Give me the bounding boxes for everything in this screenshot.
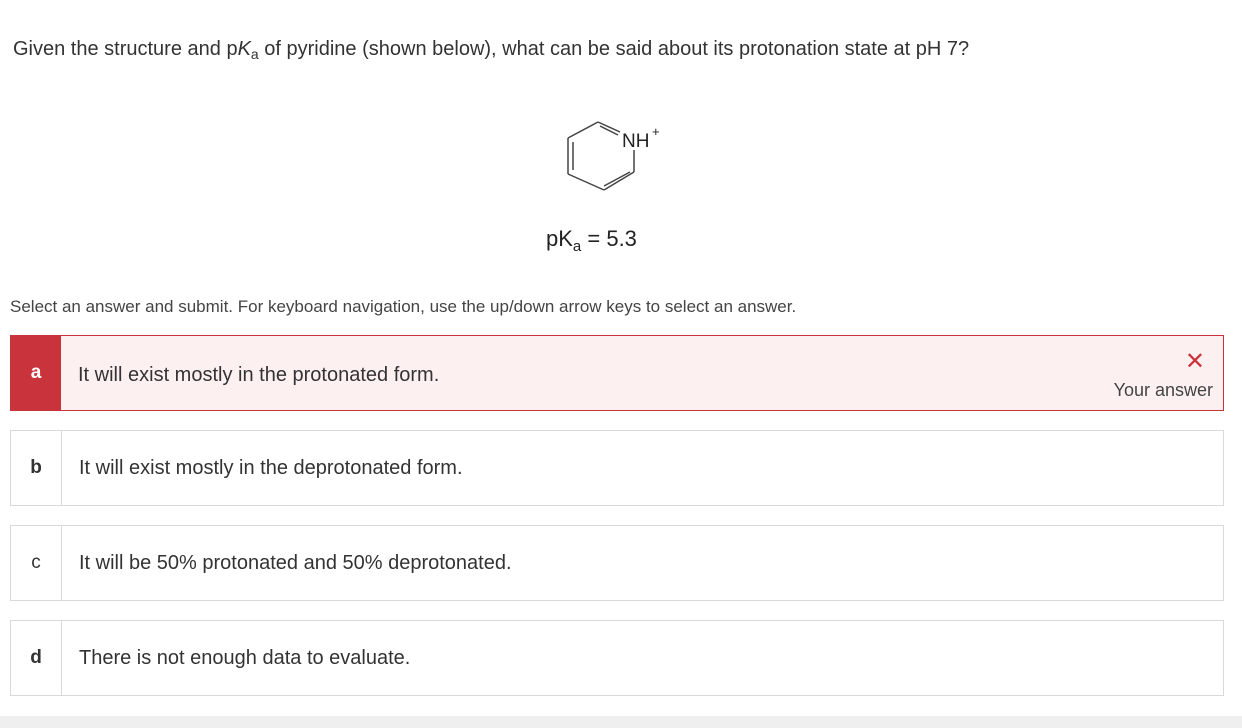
question-text-part: of pyridine (shown below), what can be s… <box>258 38 970 60</box>
pyridinium-ring-drawing: NH + <box>567 121 660 191</box>
answer-option-b[interactable]: b It will exist mostly in the deprotonat… <box>10 430 1224 506</box>
answer-text: It will exist mostly in the deprotonated… <box>79 456 463 479</box>
nh-label: NH <box>622 131 649 152</box>
question-text-part: Given the structure and p <box>13 38 238 60</box>
answer-text: It will be 50% protonated and 50% deprot… <box>79 551 512 574</box>
answer-option-d[interactable]: d There is not enough data to evaluate. <box>10 620 1224 696</box>
pka-value: pKa = 5.3 <box>546 226 637 255</box>
answer-feedback: ✕ Your answer <box>1114 350 1213 401</box>
pka-subscript: a <box>572 238 582 255</box>
question-text: Given the structure and pKa of pyridine … <box>13 38 969 62</box>
answer-text: It will exist mostly in the protonated f… <box>78 364 440 386</box>
answer-letter: d <box>11 621 62 695</box>
answer-letter: a <box>11 336 61 410</box>
answer-option-a[interactable]: a It will exist mostly in the protonated… <box>10 335 1224 411</box>
question-subscript: a <box>250 46 259 62</box>
answer-letter: b <box>11 431 62 505</box>
your-answer-label: Your answer <box>1113 380 1213 400</box>
pyridinium-structure: NH + <box>560 110 700 200</box>
close-icon: ✕ <box>1184 348 1205 375</box>
instructions: Select an answer and submit. For keyboar… <box>10 297 797 316</box>
bottom-bar <box>0 716 1242 728</box>
answer-text: There is not enough data to evaluate. <box>79 646 411 669</box>
answer-letter: c <box>11 526 62 600</box>
answer-option-c[interactable]: c It will be 50% protonated and 50% depr… <box>10 525 1224 601</box>
question-k: K <box>237 38 251 60</box>
pka-suffix: = 5.3 <box>581 226 637 251</box>
pka-prefix: pK <box>546 226 573 251</box>
charge-label: + <box>652 124 660 139</box>
